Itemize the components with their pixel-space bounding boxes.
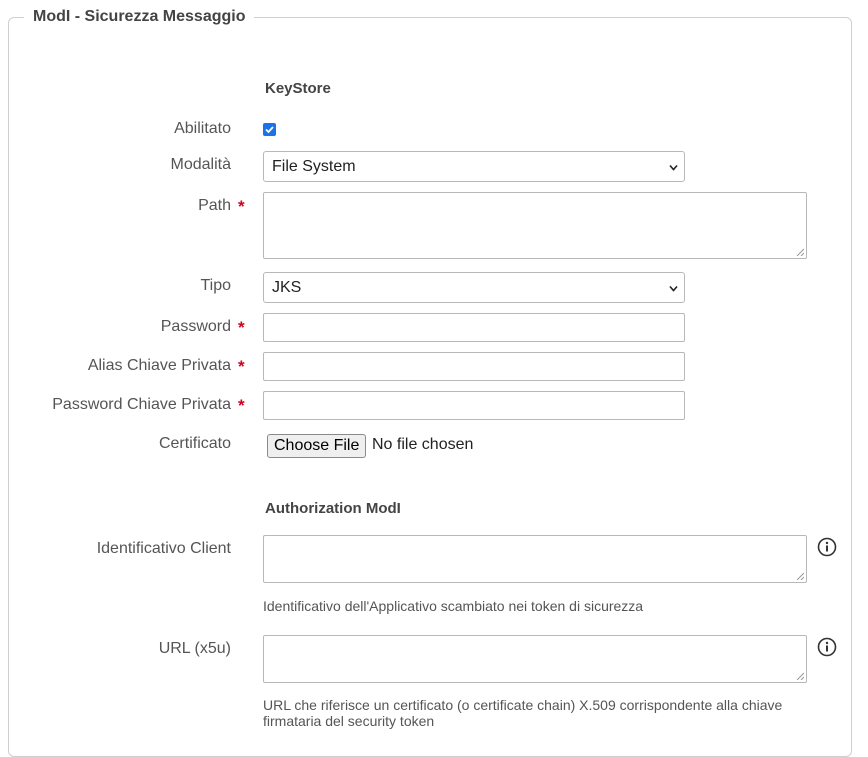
url-x5u-textarea[interactable] [263, 635, 807, 683]
resize-handle-icon[interactable] [796, 672, 804, 680]
modalita-label: Modalità [170, 156, 231, 173]
url-x5u-label: URL (x5u) [158, 640, 231, 657]
resize-handle-icon[interactable] [796, 572, 804, 580]
identificativo-client-textarea[interactable] [263, 535, 807, 583]
info-circle-icon[interactable] [817, 637, 837, 657]
fieldset-legend: ModI - Sicurezza Messaggio [24, 5, 255, 29]
identificativo-client-label: Identificativo Client [96, 540, 231, 557]
password-chiave-required-mark: * [238, 396, 245, 415]
authorization-section-title: Authorization ModI [265, 500, 401, 517]
chevron-down-icon [669, 164, 678, 171]
alias-label: Alias Chiave Privata [87, 357, 231, 374]
path-required-mark: * [238, 197, 245, 216]
path-label: Path [198, 197, 231, 214]
password-input[interactable] [263, 313, 685, 342]
keystore-section-title: KeyStore [265, 80, 331, 97]
password-chiave-input[interactable] [263, 391, 685, 420]
no-file-chosen-text: No file chosen [372, 436, 474, 453]
password-chiave-label: Password Chiave Privata [52, 396, 231, 413]
alias-required-mark: * [238, 357, 245, 376]
abilitato-label: Abilitato [174, 120, 231, 137]
modalita-selected-value: File System [272, 158, 356, 175]
abilitato-checkbox[interactable] [263, 123, 276, 136]
checkmark-icon [265, 126, 274, 134]
tipo-label: Tipo [200, 277, 231, 294]
resize-handle-icon[interactable] [796, 248, 804, 256]
password-required-mark: * [238, 318, 245, 337]
info-circle-icon[interactable] [817, 537, 837, 557]
path-textarea[interactable] [263, 192, 807, 259]
alias-input[interactable] [263, 352, 685, 381]
identificativo-client-help: Identificativo dell'Applicativo scambiat… [263, 598, 644, 614]
certificato-label: Certificato [158, 435, 231, 452]
tipo-select[interactable]: JKS [263, 272, 685, 303]
tipo-selected-value: JKS [272, 279, 302, 296]
modalita-select[interactable]: File System [263, 151, 685, 182]
password-label: Password [160, 318, 231, 335]
choose-file-button[interactable]: Choose File [267, 434, 367, 458]
chevron-down-icon [669, 285, 678, 292]
url-x5u-help: URL che riferisce un certificato (o cert… [263, 697, 783, 729]
